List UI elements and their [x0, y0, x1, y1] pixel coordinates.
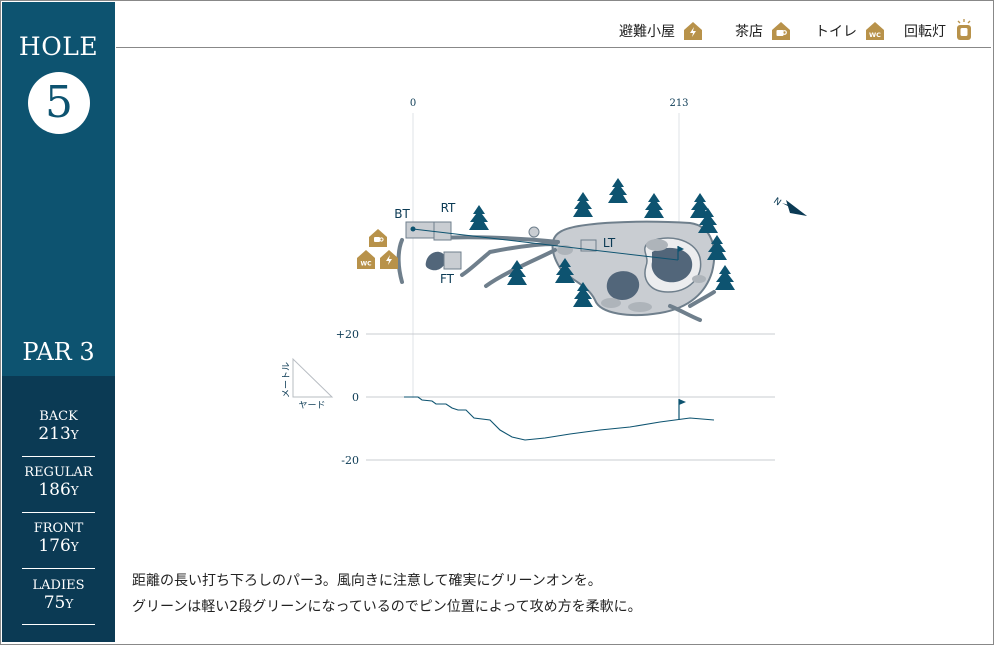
- svg-text:N: N: [771, 196, 782, 208]
- hole-description-line2: グリーンは軽い2段グリーンになっているのでピン位置によって攻め方を柔軟に。: [132, 599, 642, 615]
- scale-triangle: [292, 357, 334, 398]
- north-arrow-icon: N: [771, 196, 807, 216]
- scale-label-vertical: メートル: [282, 362, 292, 398]
- tree-icon: [715, 265, 735, 290]
- tee-pond: [425, 251, 446, 271]
- green-inner: [651, 247, 693, 283]
- distance-start-label: 0: [410, 98, 416, 109]
- tee-marker: [410, 226, 416, 232]
- elevation-label-plus: +20: [336, 328, 359, 341]
- teahouse-icon: [369, 229, 387, 247]
- elevation-label-minus: -20: [341, 454, 359, 467]
- toilet-icon: WC: [357, 250, 375, 269]
- elevation-label-zero: 0: [352, 391, 359, 404]
- bunker: [646, 239, 668, 251]
- distance-end-label: 213: [669, 98, 688, 109]
- bunker: [692, 275, 706, 283]
- tree-icon: [573, 192, 593, 217]
- tree-icon: [608, 178, 628, 203]
- bunker: [628, 302, 652, 312]
- tree-icon: [644, 193, 664, 218]
- scale-label-horizontal: ヤード: [298, 401, 325, 411]
- landmark-ball: [528, 226, 540, 238]
- tee-label-ft: FT: [440, 272, 455, 286]
- tee-label-bt: BT: [394, 207, 410, 221]
- tree-icon: [469, 205, 489, 230]
- hole-map: 0 213 BT RT FT LT WC N +20 0 -20 メートル ヤー…: [282, 98, 807, 467]
- tee-label-lt: LT: [603, 236, 616, 250]
- svg-text:WC: WC: [360, 261, 372, 268]
- bunker: [601, 298, 621, 308]
- tee-box-ft: [443, 251, 462, 270]
- tee-label-rt: RT: [441, 201, 456, 215]
- profile-flag-icon: [679, 399, 686, 405]
- elevation-profile-line: [404, 396, 715, 441]
- shelter-icon: [380, 250, 398, 269]
- tee-box-rt: [433, 221, 452, 241]
- hole-description-line1: 距離の長い打ち下ろしのパー3。風向きに注意して確実にグリーンオンを。: [132, 573, 602, 589]
